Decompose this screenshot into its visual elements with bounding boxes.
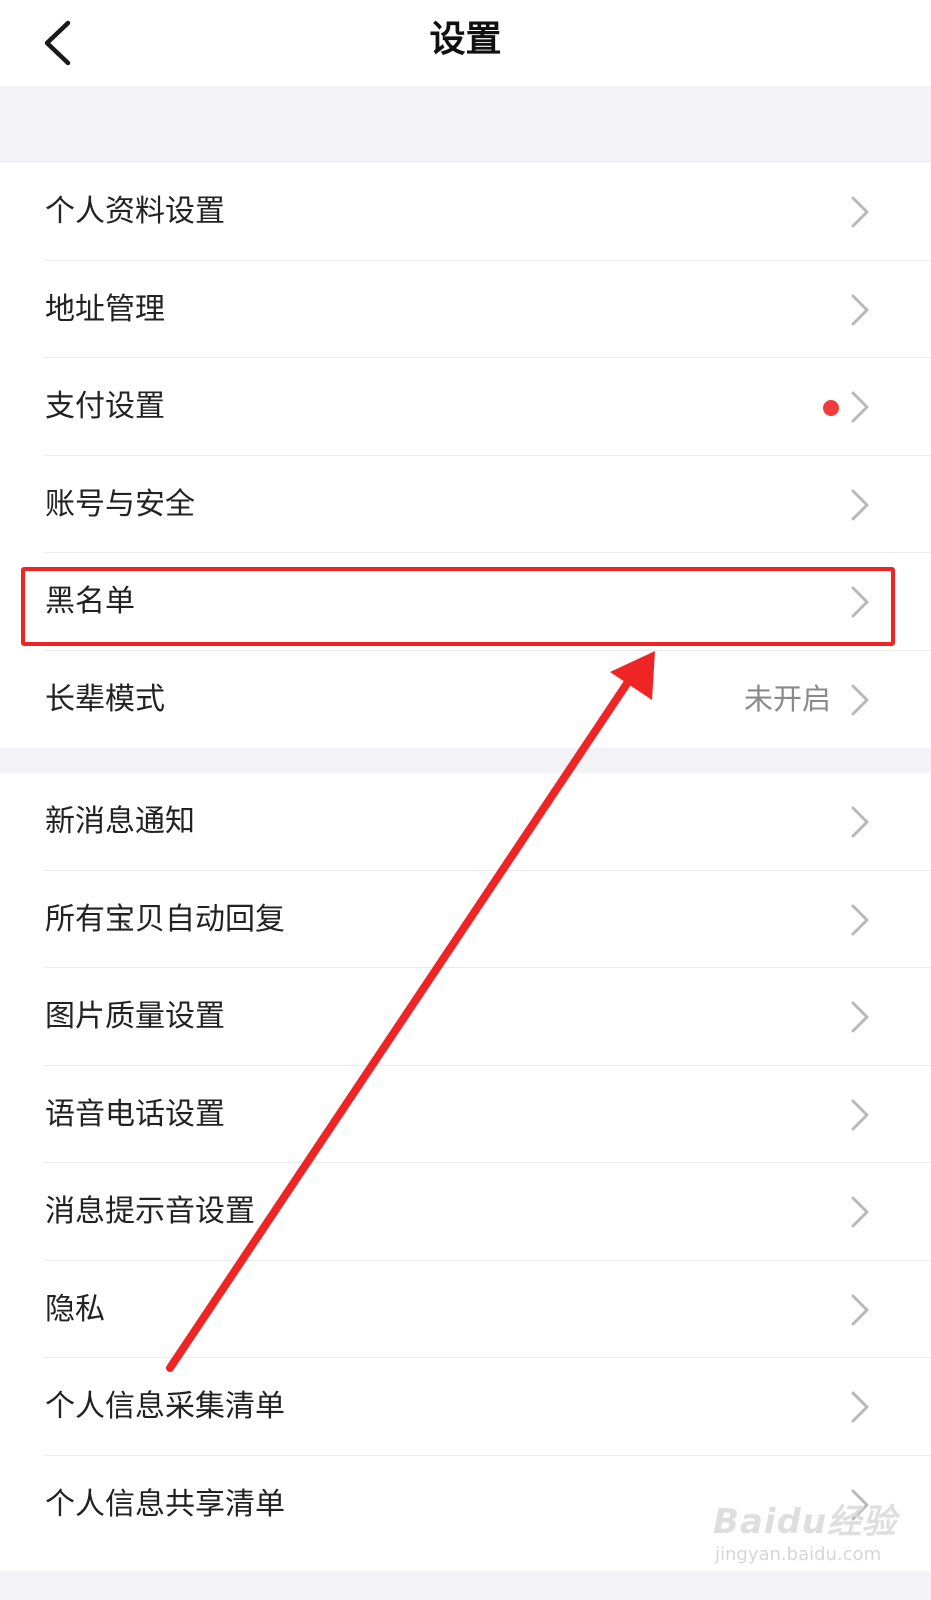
settings-item-auto-reply[interactable]: 所有宝贝自动回复 bbox=[0, 871, 931, 969]
settings-item-privacy[interactable]: 隐私 bbox=[0, 1261, 931, 1359]
settings-item-voice-call[interactable]: 语音电话设置 bbox=[0, 1066, 931, 1164]
settings-item-label: 语音电话设置 bbox=[45, 1096, 225, 1132]
settings-item-label: 个人信息采集清单 bbox=[45, 1389, 285, 1424]
chevron-right-icon bbox=[851, 1391, 869, 1423]
notification-dot-badge bbox=[823, 400, 839, 416]
settings-item-personal-info-sharing[interactable]: 个人信息共享清单 bbox=[0, 1456, 931, 1554]
settings-item-label: 消息提示音设置 bbox=[45, 1194, 255, 1229]
chevron-right-icon bbox=[851, 684, 869, 715]
settings-item-label: 个人资料设置 bbox=[45, 194, 225, 229]
chevron-right-icon bbox=[851, 294, 869, 325]
chevron-right-icon bbox=[851, 391, 869, 423]
chevron-right-icon bbox=[851, 1001, 869, 1033]
settings-item-label: 个人信息共享清单 bbox=[45, 1486, 285, 1522]
chevron-left-icon bbox=[44, 20, 71, 66]
elder-mode-status: 未开启 bbox=[743, 681, 831, 716]
settings-item-label: 长辈模式 bbox=[45, 681, 165, 717]
settings-item-message-sound[interactable]: 消息提示音设置 bbox=[0, 1163, 931, 1261]
back-button[interactable] bbox=[22, 8, 92, 78]
chevron-right-icon bbox=[851, 196, 869, 228]
settings-item-label: 图片质量设置 bbox=[45, 999, 225, 1034]
chevron-right-icon bbox=[851, 806, 869, 838]
settings-item-account-security[interactable]: 账号与安全 bbox=[0, 456, 931, 554]
chevron-right-icon bbox=[851, 586, 869, 618]
page-title: 设置 bbox=[429, 19, 502, 60]
settings-item-label: 账号与安全 bbox=[45, 486, 195, 522]
settings-group-account: 个人资料设置 地址管理 支付设置 账号与安全 黑名单 长辈模式 未开启 bbox=[0, 163, 931, 748]
chevron-right-icon bbox=[851, 1489, 869, 1520]
chevron-right-icon bbox=[851, 1294, 869, 1325]
chevron-right-icon bbox=[851, 1099, 869, 1130]
chevron-right-icon bbox=[851, 1196, 869, 1228]
settings-item-label: 黑名单 bbox=[45, 584, 135, 619]
top-navigation-bar: 设置 bbox=[0, 0, 931, 86]
settings-item-elder-mode[interactable]: 长辈模式 未开启 bbox=[0, 651, 931, 749]
settings-item-label: 所有宝贝自动回复 bbox=[45, 901, 285, 937]
settings-item-label: 地址管理 bbox=[45, 291, 165, 327]
settings-item-label: 新消息通知 bbox=[45, 804, 195, 839]
settings-group-messages: 新消息通知 所有宝贝自动回复 图片质量设置 语音电话设置 消息提示音设置 隐私 … bbox=[0, 773, 931, 1571]
settings-item-payment[interactable]: 支付设置 bbox=[0, 358, 931, 456]
settings-item-personal-info-collection[interactable]: 个人信息采集清单 bbox=[0, 1358, 931, 1456]
settings-item-image-quality[interactable]: 图片质量设置 bbox=[0, 968, 931, 1066]
settings-item-address[interactable]: 地址管理 bbox=[0, 261, 931, 359]
settings-item-new-message-notification[interactable]: 新消息通知 bbox=[0, 773, 931, 871]
settings-item-profile[interactable]: 个人资料设置 bbox=[0, 163, 931, 261]
settings-item-label: 支付设置 bbox=[45, 389, 165, 424]
settings-item-label: 隐私 bbox=[45, 1291, 105, 1327]
chevron-right-icon bbox=[851, 904, 869, 935]
settings-item-blacklist[interactable]: 黑名单 bbox=[0, 553, 931, 651]
chevron-right-icon bbox=[851, 489, 869, 520]
